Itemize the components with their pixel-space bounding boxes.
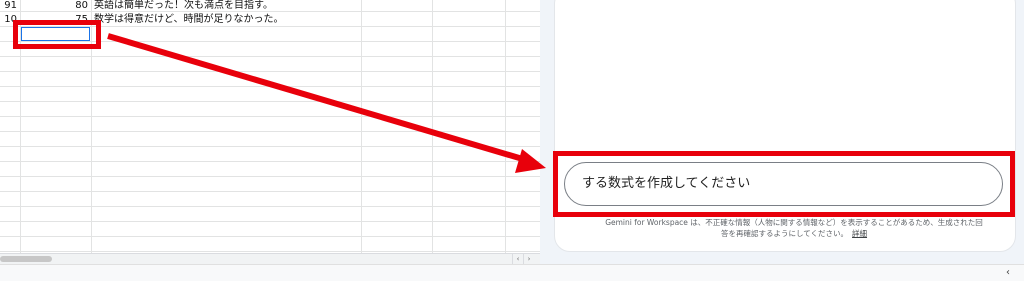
horizontal-scrollbar[interactable]: ‹ ›: [0, 253, 540, 264]
disclaimer-text: Gemini for Workspace は、不正確な情報（人物に関する情報など…: [605, 218, 983, 238]
gemini-disclaimer: Gemini for Workspace は、不正確な情報（人物に関する情報など…: [604, 217, 984, 239]
selected-cell-highlight: [13, 20, 101, 49]
bottom-bar: ‹: [0, 264, 1024, 281]
disclaimer-details-link[interactable]: 詳細: [852, 229, 867, 238]
scroll-right-button[interactable]: ›: [523, 254, 534, 264]
spreadsheet-grid[interactable]: 91 80 英語は簡単だった！次も満点を目指す。 10 75 数学は得意だけど、…: [0, 0, 540, 253]
prompt-input-highlight: [553, 151, 1015, 217]
cell-b1[interactable]: 80: [22, 0, 88, 12]
scrollbar-thumb[interactable]: [0, 256, 52, 262]
cell-c1[interactable]: 英語は簡単だった！次も満点を目指す。: [94, 0, 273, 12]
scroll-left-button[interactable]: ‹: [512, 254, 523, 264]
collapse-chevron-icon[interactable]: ‹: [1006, 265, 1010, 281]
cell-c2[interactable]: 数学は得意だけど、時間が足りなかった。: [94, 13, 284, 26]
cell-a1[interactable]: 91: [0, 0, 17, 12]
